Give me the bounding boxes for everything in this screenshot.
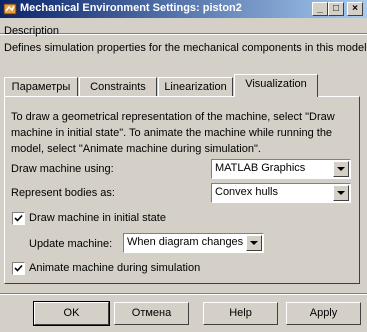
draw-machine-using-select[interactable]: MATLAB Graphics xyxy=(211,159,351,179)
tab-visualization[interactable]: Visualization xyxy=(234,74,318,97)
represent-bodies-label: Represent bodies as: xyxy=(11,187,115,199)
draw-machine-using-value: MATLAB Graphics xyxy=(215,162,306,174)
represent-bodies-value: Convex hulls xyxy=(215,186,278,198)
help-button[interactable]: Help xyxy=(203,302,278,325)
maximize-button[interactable]: □ xyxy=(328,2,344,16)
dialog-window: Mechanical Environment Settings: piston2… xyxy=(0,0,367,332)
close-button[interactable]: × xyxy=(347,2,363,16)
chevron-down-icon[interactable] xyxy=(333,161,349,177)
checkmark-icon xyxy=(14,264,23,272)
apply-button[interactable]: Apply xyxy=(286,302,361,325)
minimize-button[interactable]: _ xyxy=(312,2,328,16)
chevron-down-icon[interactable] xyxy=(333,185,349,201)
draw-initial-state-checkbox[interactable] xyxy=(12,212,25,225)
update-machine-label: Update machine: xyxy=(29,238,113,250)
draw-machine-using-label: Draw machine using: xyxy=(11,163,114,175)
chevron-down-icon[interactable] xyxy=(246,235,262,251)
checkmark-icon xyxy=(14,214,23,222)
draw-initial-state-label[interactable]: Draw machine in initial state xyxy=(29,212,166,224)
visualization-intro: To draw a geometrical representation of … xyxy=(11,111,335,155)
ok-button[interactable]: OK xyxy=(33,301,110,326)
represent-bodies-select[interactable]: Convex hulls xyxy=(211,183,351,203)
animate-during-sim-checkbox[interactable] xyxy=(12,262,25,275)
tab-parameters[interactable]: Параметры xyxy=(4,77,78,97)
buttons-divider xyxy=(0,293,367,295)
title-bar[interactable]: Mechanical Environment Settings: piston2… xyxy=(0,0,367,18)
tab-linearization[interactable]: Linearization xyxy=(158,77,233,97)
visualization-panel: To draw a geometrical representation of … xyxy=(4,96,360,284)
cancel-button[interactable]: Отмена xyxy=(114,302,189,325)
animate-during-sim-label[interactable]: Animate machine during simulation xyxy=(29,262,200,274)
simulink-icon xyxy=(3,3,17,15)
tab-constraints[interactable]: Constraints xyxy=(79,77,157,97)
window-title: Mechanical Environment Settings: piston2 xyxy=(20,2,242,14)
update-machine-select[interactable]: When diagram changes xyxy=(123,233,264,253)
description-label: Description xyxy=(4,25,60,37)
description-text: Defines simulation properties for the me… xyxy=(4,42,367,54)
update-machine-value: When diagram changes xyxy=(127,236,244,248)
